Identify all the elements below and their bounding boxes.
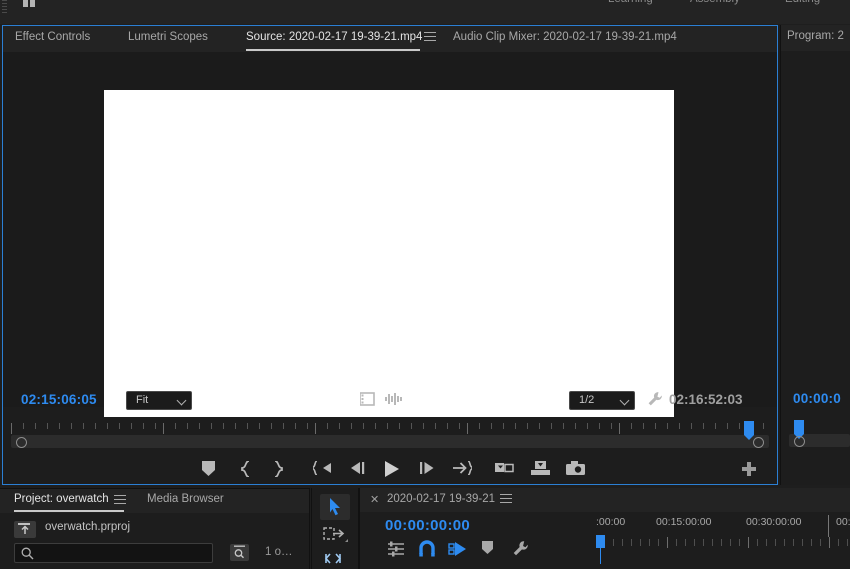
- project-breadcrumb-row: overwatch.prproj: [0, 519, 309, 541]
- program-zoom-handle-left[interactable]: [794, 436, 805, 447]
- ruler-tick-marks: [488, 537, 850, 548]
- zoom-level-value: Fit: [136, 394, 149, 406]
- timeline-panel: ✕ 2020-02-17 19-39-21 00:00:00:00:00:00…: [359, 488, 850, 569]
- workspace-tabs: Learning Assembly Editing: [590, 0, 850, 11]
- playback-resolution-value: 1/2: [579, 394, 595, 406]
- project-panel: Project: overwatch Media Browser overwat…: [0, 488, 309, 569]
- timeline-ruler[interactable]: :00:00 00:15:00:00 00:30:00:00 00:4: [488, 515, 850, 569]
- tab-lumetri-scopes[interactable]: Lumetri Scopes: [128, 31, 208, 43]
- scrub-track[interactable]: [11, 435, 769, 448]
- search-box[interactable]: [14, 543, 213, 563]
- tab-effect-controls[interactable]: Effect Controls: [15, 31, 90, 43]
- source-panel-tabstrip: Effect Controls Lumetri Scopes Source: 2…: [3, 26, 777, 52]
- program-playhead[interactable]: [794, 420, 804, 439]
- chevron-down-icon: [619, 395, 630, 406]
- premiere-pro-window: Learning Assembly Editing Effect Control…: [0, 0, 850, 569]
- ruler-label-0: :00:00: [596, 516, 626, 528]
- add-marker-button[interactable]: [195, 456, 221, 482]
- ruler-separator: [828, 515, 829, 537]
- workspace-tab-assembly[interactable]: Assembly: [690, 0, 740, 5]
- tab-source-monitor[interactable]: Source: 2020-02-17 19-39-21.mp4: [246, 31, 422, 43]
- ruler-label-3: 00:4: [836, 516, 850, 528]
- project-active-tab-underline: [14, 510, 124, 512]
- mark-in-button[interactable]: [232, 456, 258, 482]
- tab-audio-clip-mixer[interactable]: Audio Clip Mixer: 2020-02-17 19-39-21.mp…: [453, 31, 677, 43]
- ripple-edit-tool[interactable]: [320, 550, 350, 569]
- program-current-timecode[interactable]: 00:00:0: [793, 391, 841, 406]
- drag-grip-icon[interactable]: [2, 0, 8, 16]
- project-panel-tabstrip: Project: overwatch Media Browser: [0, 489, 309, 513]
- tab-program-monitor[interactable]: Program: 2: [787, 30, 844, 42]
- source-monitor-panel: Effect Controls Lumetri Scopes Source: 2…: [2, 25, 778, 485]
- panel-divider: [358, 488, 359, 569]
- tab-sequence[interactable]: 2020-02-17 19-39-21: [387, 493, 495, 505]
- workspace-tab-editing[interactable]: Editing: [785, 0, 820, 5]
- project-item-count: 1 o…: [265, 546, 293, 558]
- mark-out-button[interactable]: [265, 456, 291, 482]
- ruler-label-2: 00:30:00:00: [746, 516, 802, 528]
- go-to-out-button[interactable]: [449, 456, 475, 482]
- nested-sequence-toggle[interactable]: [386, 540, 408, 560]
- home-icon[interactable]: [20, 0, 38, 12]
- source-transport-bar: [3, 456, 777, 484]
- workspace-tab-learning[interactable]: Learning: [608, 0, 653, 5]
- scrub-zoom-handle-left[interactable]: [16, 437, 27, 448]
- timeline-panel-tabstrip: ✕ 2020-02-17 19-39-21: [360, 488, 850, 512]
- scrub-tick-marks: [11, 422, 769, 434]
- insert-button[interactable]: [491, 456, 517, 482]
- project-search-row: 1 o…: [0, 543, 309, 567]
- workspace-topbar: Learning Assembly Editing: [0, 0, 850, 24]
- play-stop-button[interactable]: [379, 456, 405, 482]
- program-monitor-panel: Program: 2 00:00:0: [780, 25, 850, 485]
- filmstrip-icon[interactable]: [359, 392, 375, 411]
- scrub-zoom-handle-right[interactable]: [753, 437, 764, 448]
- find-icon[interactable]: [230, 544, 249, 561]
- source-duration-timecode: 02:16:52:03: [669, 392, 743, 407]
- selection-tool[interactable]: [320, 494, 350, 520]
- tab-project-overwatch[interactable]: Project: overwatch: [14, 493, 109, 505]
- source-video-area[interactable]: [3, 52, 777, 417]
- audio-time-units-icon[interactable]: [385, 392, 403, 411]
- source-playhead[interactable]: [744, 421, 754, 440]
- close-icon[interactable]: ✕: [370, 493, 379, 506]
- source-video-frame: [104, 90, 674, 417]
- source-panel-menu-icon[interactable]: [424, 32, 436, 44]
- folder-up-icon[interactable]: [14, 521, 36, 538]
- source-current-timecode[interactable]: 02:15:06:05: [21, 392, 97, 407]
- tab-media-browser[interactable]: Media Browser: [147, 493, 224, 505]
- search-icon: [21, 547, 34, 565]
- step-back-button[interactable]: [344, 456, 370, 482]
- timeline-panel-menu-icon[interactable]: [500, 494, 512, 506]
- wrench-icon[interactable]: [647, 391, 663, 412]
- project-panel-menu-icon[interactable]: [114, 495, 126, 507]
- timeline-current-timecode[interactable]: 00:00:00:00: [385, 517, 470, 534]
- playback-resolution-dropdown[interactable]: 1/2: [569, 391, 635, 410]
- export-frame-button[interactable]: [562, 456, 588, 482]
- step-forward-button[interactable]: [414, 456, 440, 482]
- tools-panel: [311, 488, 358, 569]
- program-scrub-bar[interactable]: [781, 420, 850, 449]
- source-scrub-bar[interactable]: [3, 421, 777, 450]
- button-editor-button[interactable]: [736, 456, 762, 482]
- chevron-down-icon: [176, 395, 187, 406]
- breadcrumb[interactable]: overwatch.prproj: [45, 521, 130, 533]
- panel-divider: [309, 488, 310, 569]
- snap-toggle[interactable]: [417, 540, 439, 560]
- overwrite-button[interactable]: [527, 456, 553, 482]
- go-to-in-button[interactable]: [309, 456, 335, 482]
- timeline-playhead[interactable]: [596, 535, 605, 564]
- track-select-forward-tool[interactable]: [320, 522, 350, 548]
- source-monitor-controls: 02:15:06:05 Fit 1/2 02:16:52:03: [3, 388, 777, 416]
- zoom-level-dropdown[interactable]: Fit: [126, 391, 192, 410]
- search-input[interactable]: [41, 545, 206, 561]
- active-tab-underline: [246, 49, 420, 51]
- program-panel-tabstrip: Program: 2: [781, 25, 850, 51]
- ruler-label-1: 00:15:00:00: [656, 516, 712, 528]
- linked-selection-toggle[interactable]: [448, 540, 470, 560]
